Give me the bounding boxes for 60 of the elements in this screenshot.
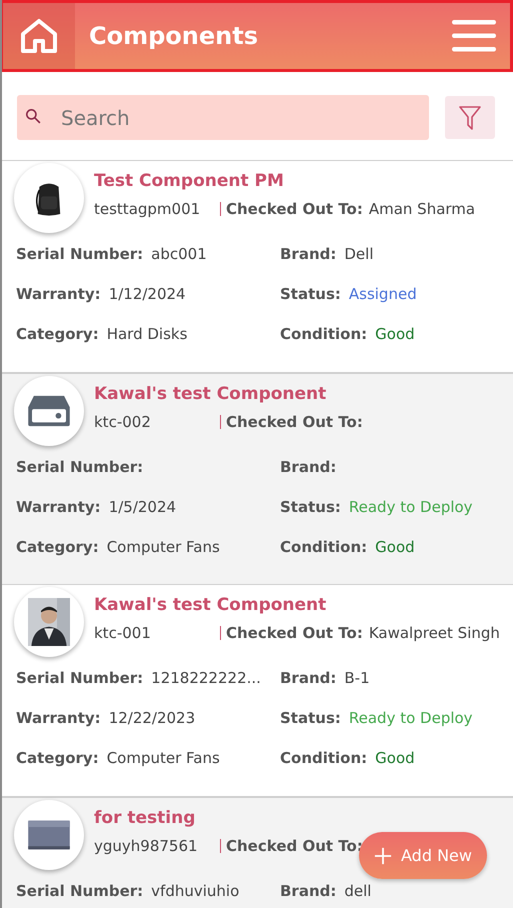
field-value: Ready to Deploy — [348, 498, 473, 516]
field-label: Status: — [280, 709, 341, 727]
asset-tag: testtagpm001 — [94, 200, 220, 218]
home-icon — [19, 18, 59, 54]
item-title: for testing — [94, 808, 196, 828]
field-label: Checked Out To: — [226, 413, 363, 431]
field-label: Warranty: — [16, 709, 101, 727]
asset-tag: ktc-001 — [94, 624, 220, 642]
field-label: Condition: — [280, 749, 368, 767]
asset-tag: yguyh987561 — [94, 837, 220, 855]
field-label: Category: — [16, 538, 99, 556]
home-button[interactable] — [3, 3, 75, 69]
field-label: Brand: — [280, 245, 336, 263]
plus-icon — [374, 846, 392, 864]
field-value: 12/22/2023 — [108, 709, 196, 727]
field-label: Serial Number: — [16, 669, 144, 687]
field-label: Status: — [280, 498, 341, 516]
field-value: Ready to Deploy — [348, 709, 473, 727]
field-value: Good — [375, 749, 415, 767]
search-field[interactable]: Search — [17, 95, 429, 140]
field-label: Category: — [16, 749, 99, 767]
field-value: Assigned — [348, 285, 417, 303]
filter-button[interactable] — [445, 96, 495, 139]
field-label: Category: — [16, 325, 99, 343]
menu-icon[interactable] — [452, 20, 496, 52]
field-value: dell — [344, 882, 372, 900]
field-value: Dell — [344, 245, 374, 263]
item-title: Test Component PM — [94, 171, 285, 191]
field-value: 1218222222... — [151, 669, 261, 687]
field-label: Brand: — [280, 458, 336, 476]
component-card[interactable]: Kawal's test Component ktc-002 Checked Out To: Serial Number: Brand: Warranty: 1/5/2024 Status: Ready to Deploy Category: Computer Fans Condition: Good — [2, 372, 513, 584]
field-value: Aman Sharma — [368, 200, 476, 218]
field-value: 1/12/2024 — [108, 285, 186, 303]
field-label: Warranty: — [16, 498, 101, 516]
page-title: Components — [89, 22, 259, 50]
field-label: Serial Number: — [16, 458, 144, 476]
field-value: Hard Disks — [106, 325, 188, 343]
field-value: 1/5/2024 — [108, 498, 176, 516]
field-label: Brand: — [280, 882, 336, 900]
field-label: Status: — [280, 285, 341, 303]
field-value: Good — [375, 538, 415, 556]
field-label: Brand: — [280, 669, 336, 687]
field-value: Good — [375, 325, 415, 343]
asset-tag: ktc-002 — [94, 413, 220, 431]
item-title: Kawal's test Component — [94, 595, 328, 615]
field-label: Serial Number: — [16, 245, 144, 263]
field-label: Condition: — [280, 538, 368, 556]
field-value: Computer Fans — [106, 538, 220, 556]
field-label: Checked Out To: — [226, 200, 363, 218]
filter-icon — [458, 104, 482, 130]
item-title: Kawal's test Component — [94, 384, 328, 404]
field-value: abc001 — [151, 245, 207, 263]
field-value: B-1 — [344, 669, 370, 687]
field-label: Condition: — [280, 325, 368, 343]
field-value: Computer Fans — [106, 749, 220, 767]
field-value: Kawalpreet Singh — [368, 624, 500, 642]
field-label: Checked Out To: — [226, 624, 363, 642]
field-label: Warranty: — [16, 285, 101, 303]
field-value: vfdhuviuhio — [151, 882, 240, 900]
field-label: Serial Number: — [16, 882, 144, 900]
